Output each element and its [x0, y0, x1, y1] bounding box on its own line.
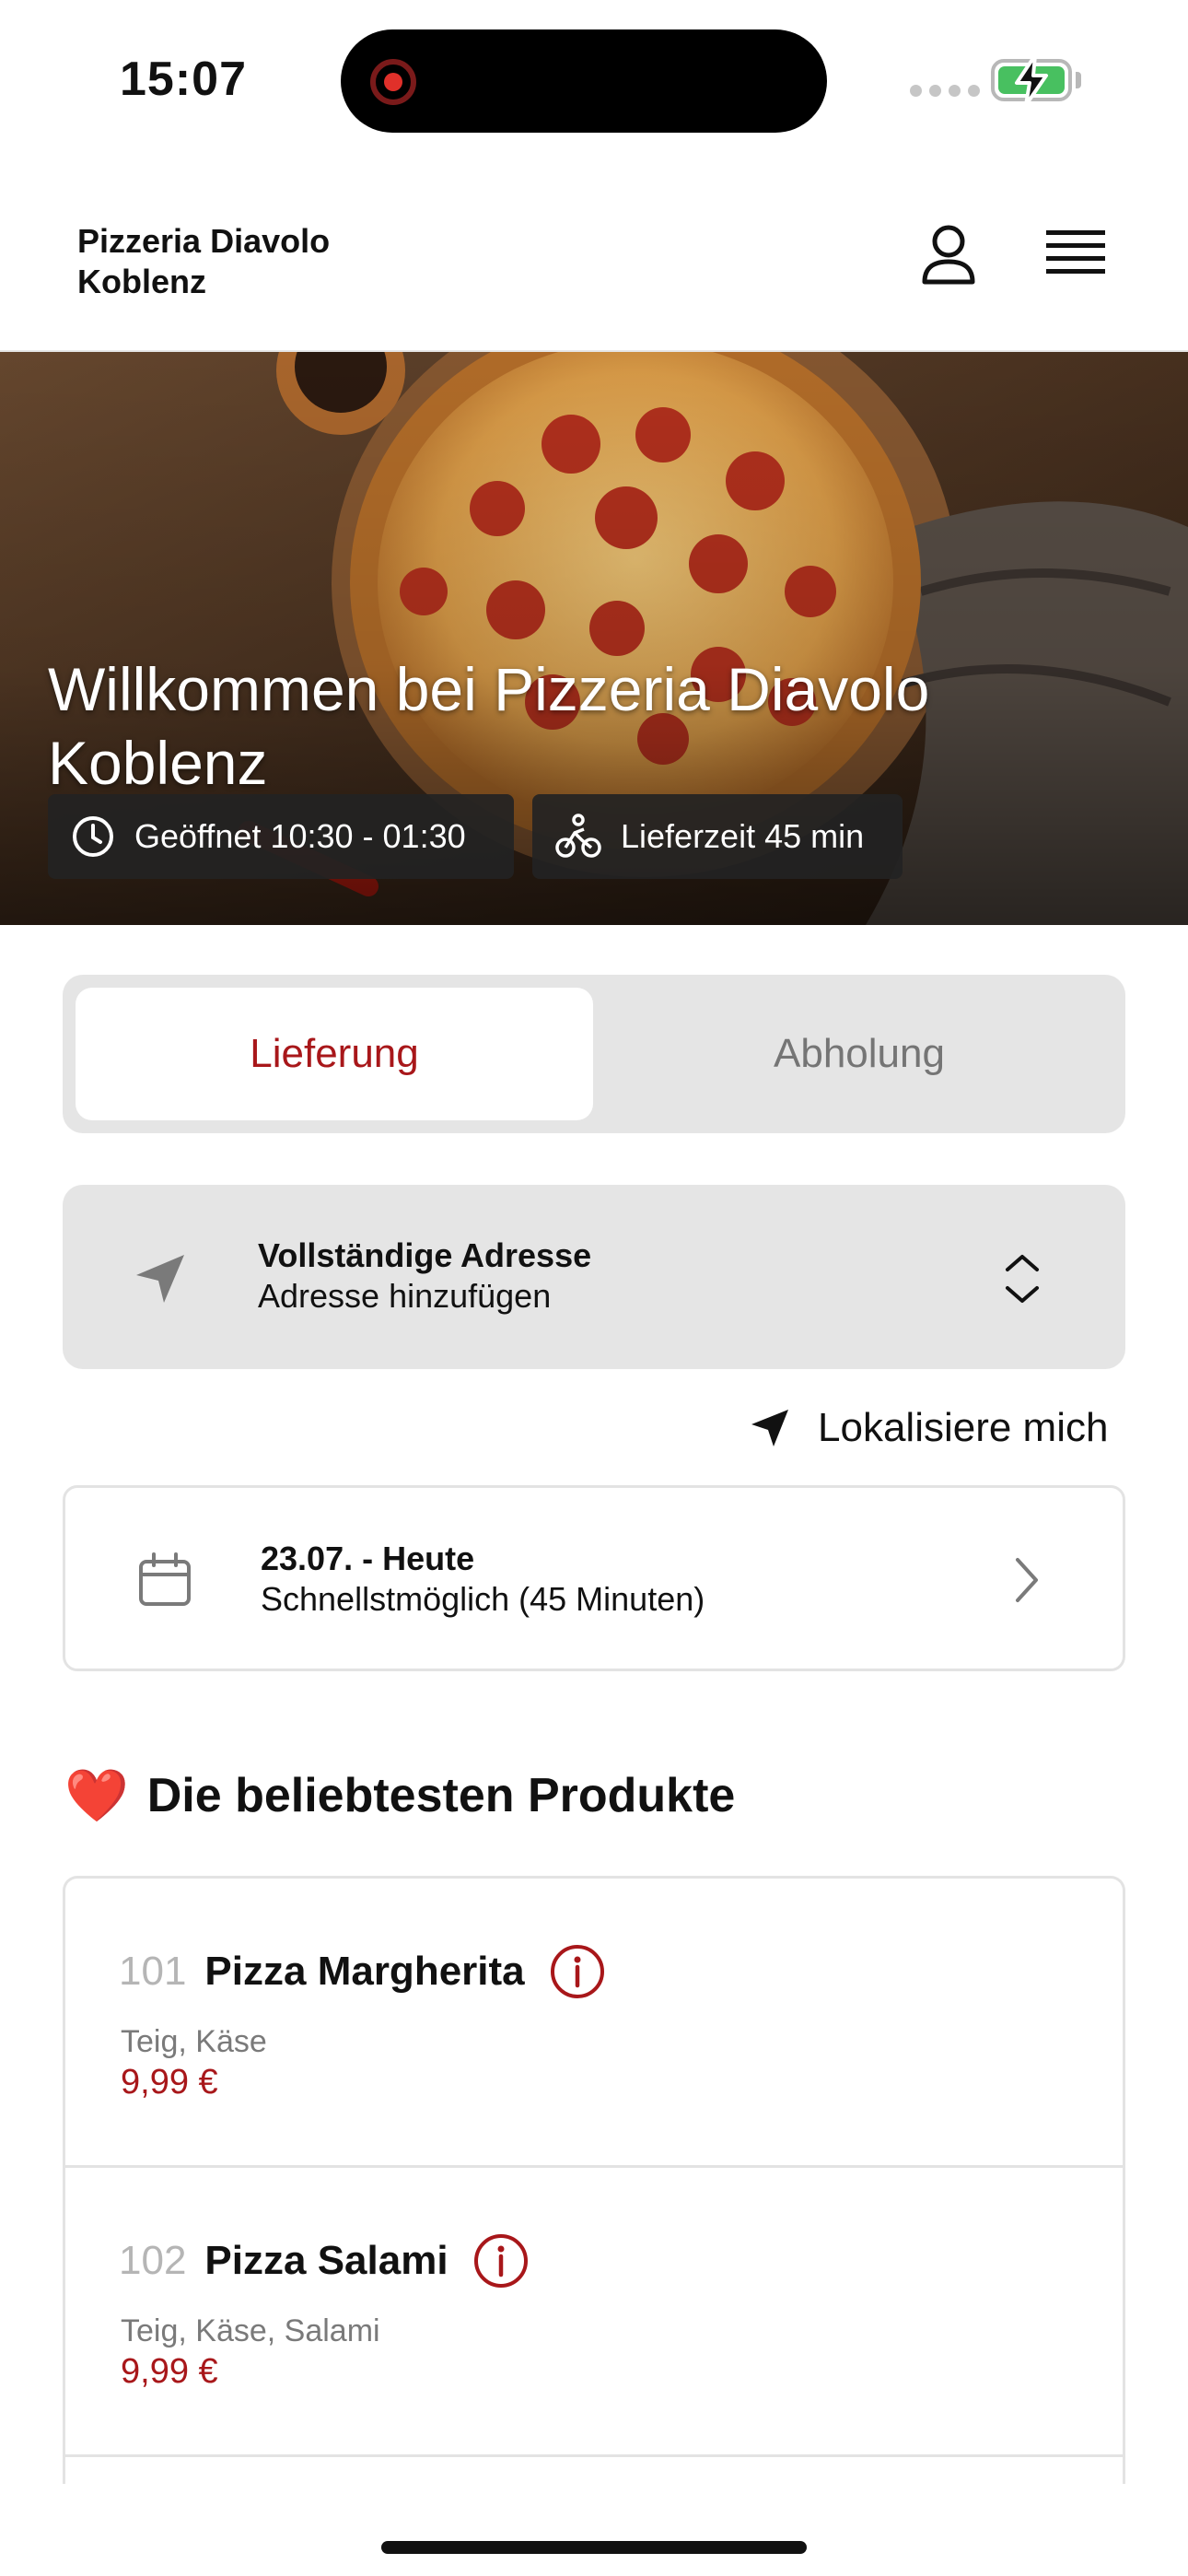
location-arrow-icon — [751, 1410, 788, 1446]
delivery-date-selector[interactable]: 23.07. - Heute Schnellstmöglich (45 Minu… — [63, 1485, 1125, 1671]
product-ingredients: Teig, Käse, Salami — [121, 2313, 380, 2348]
menu-button[interactable] — [1039, 217, 1112, 291]
address-title: Vollständige Adresse — [258, 1236, 592, 1274]
chevron-right-icon — [1016, 1558, 1038, 1602]
locate-me-button[interactable]: Lokalisiere mich — [748, 1400, 1108, 1456]
heart-icon: ❤️ — [64, 1766, 129, 1824]
clock-icon — [73, 816, 113, 857]
product-price: 9,99 € — [121, 2352, 218, 2391]
battery-nub — [1076, 72, 1081, 88]
dynamic-island — [341, 29, 827, 133]
recording-indicator-icon — [370, 59, 416, 105]
product-ingredients: Teig, Käse — [121, 2024, 267, 2059]
tab-delivery[interactable]: Lieferung — [76, 988, 593, 1120]
app-header: Pizzeria Diavolo Koblenz — [0, 157, 1188, 352]
hero-title: Willkommen bei Pizzeria Diavolo Koblenz — [48, 655, 930, 798]
address-placeholder: Adresse hinzufügen — [258, 1277, 552, 1315]
info-icon[interactable] — [549, 1943, 606, 2000]
hero-banner: Willkommen bei Pizzeria Diavolo Koblenz … — [0, 352, 1188, 925]
info-icon[interactable] — [472, 2232, 530, 2289]
product-name: Pizza Salami — [204, 2238, 448, 2283]
product-number: 101 — [119, 1949, 187, 1994]
product-header: 101 Pizza Margherita — [119, 1943, 606, 2000]
delivery-bike-icon — [555, 814, 601, 858]
charging-bolt-icon — [1015, 53, 1048, 107]
date-subtitle: Schnellstmöglich (45 Minuten) — [261, 1580, 705, 1618]
product-list: 101 Pizza Margherita Teig, Käse 9,99 € 1… — [63, 1876, 1125, 2484]
product-item[interactable]: 102 Pizza Salami Teig, Käse, Salami 9,99… — [65, 2168, 1123, 2457]
date-title: 23.07. - Heute — [261, 1540, 475, 1577]
hamburger-menu-icon — [1046, 230, 1105, 274]
tab-pickup[interactable]: Abholung — [606, 988, 1112, 1120]
brand-name: Pizzeria Diavolo — [77, 222, 331, 260]
home-indicator[interactable] — [381, 2541, 807, 2554]
cellular-signal-icon — [910, 85, 980, 97]
address-selector[interactable]: Vollständige Adresse Adresse hinzufügen — [63, 1185, 1125, 1369]
product-item[interactable]: 101 Pizza Margherita Teig, Käse 9,99 € — [65, 1879, 1123, 2168]
brand-city: Koblenz — [77, 263, 206, 300]
restaurant-brand[interactable]: Pizzeria Diavolo Koblenz — [77, 221, 446, 302]
status-bar: 15:07 — [0, 0, 1188, 157]
product-number: 102 — [119, 2238, 187, 2283]
popular-products-title: Die beliebtesten Produkte — [146, 1769, 736, 1822]
account-button[interactable] — [912, 217, 985, 291]
order-mode-toggle: Lieferung Abholung — [63, 975, 1125, 1133]
locate-me-label: Lokalisiere mich — [818, 1405, 1109, 1450]
delivery-time-text: Lieferzeit 45 min — [621, 817, 865, 855]
navigation-arrow-icon — [136, 1255, 184, 1303]
calendar-icon — [139, 1552, 191, 1606]
product-name: Pizza Margherita — [204, 1949, 525, 1994]
popular-products-heading: ❤️ Die beliebtesten Produkte — [64, 1765, 735, 1826]
user-icon — [922, 225, 975, 285]
opening-hours-badge: Geöffnet 10:30 - 01:30 — [48, 794, 514, 879]
chevron-up-down-icon — [1006, 1255, 1039, 1303]
product-header: 102 Pizza Salami — [119, 2232, 530, 2289]
opening-hours-text: Geöffnet 10:30 - 01:30 — [134, 817, 466, 855]
status-time: 15:07 — [120, 53, 247, 106]
delivery-time-badge: Lieferzeit 45 min — [532, 794, 903, 879]
product-price: 9,99 € — [121, 2063, 218, 2102]
